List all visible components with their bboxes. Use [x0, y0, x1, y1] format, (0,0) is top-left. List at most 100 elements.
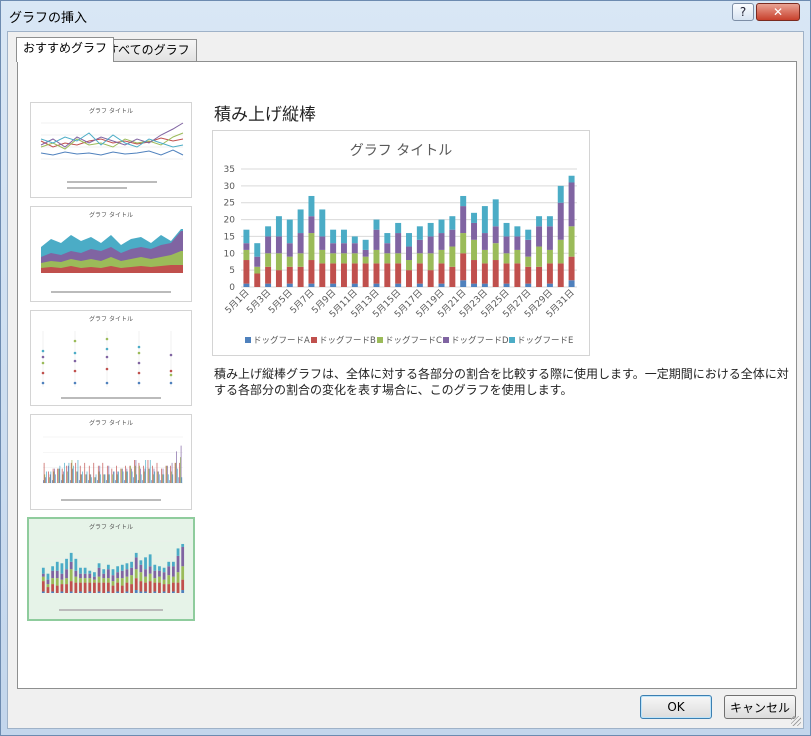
thumb-bar	[148, 581, 152, 593]
thumb-bar	[169, 480, 171, 483]
bar-segment	[297, 209, 304, 234]
bar-segment	[438, 249, 445, 264]
thumb-bar	[135, 460, 137, 483]
thumb-bar	[62, 474, 64, 483]
thumb-bar	[118, 471, 119, 483]
thumb-bar	[181, 579, 185, 591]
legend-label: ドッグフードC	[385, 335, 442, 346]
bar-segment	[286, 243, 293, 257]
thumb-bar	[171, 591, 175, 593]
bar-segment	[319, 209, 326, 237]
bar-segment	[265, 283, 272, 287]
thumb-bar	[60, 573, 64, 580]
legend-label: ドッグフードA	[253, 335, 310, 346]
thumb-bar	[102, 462, 104, 483]
bar-segment	[406, 260, 412, 271]
bar-segment	[557, 185, 564, 203]
help-button[interactable]: ?	[732, 3, 754, 21]
thumb-bar	[93, 582, 96, 593]
bar-segment	[503, 222, 510, 237]
thumb-bar	[58, 468, 60, 483]
thumb-bar	[111, 585, 115, 593]
thumb-bar	[97, 563, 101, 568]
thumb-bar	[120, 578, 124, 586]
tab-panel: グラフ タイトル グラフ タイトル グラフ タイトル グラフ タイトル グラフ …	[17, 61, 797, 689]
thumb-bar	[51, 570, 55, 579]
tab-all-charts[interactable]: すべてのグラフ	[100, 39, 197, 61]
thumb-bar	[88, 578, 92, 583]
thumb-bar	[162, 572, 166, 580]
thumb-bar	[69, 581, 73, 592]
bar-segment	[568, 175, 575, 183]
thumb-bar	[170, 465, 171, 483]
thumb-bar	[43, 462, 45, 483]
thumb-bar	[148, 566, 152, 574]
thumb-bar	[79, 582, 82, 592]
thumb-bar	[139, 465, 141, 483]
thumb-bar	[59, 465, 61, 483]
tab-recommended[interactable]: おすすめグラフ	[16, 37, 115, 62]
y-tick-label: 20	[224, 216, 236, 226]
thumb-bar	[170, 471, 172, 483]
thumb-area-chart[interactable]: グラフ タイトル	[30, 206, 192, 302]
bar-segment	[557, 239, 564, 264]
thumb-bar	[44, 474, 46, 483]
thumb-bar	[69, 561, 73, 570]
cancel-button[interactable]: キャンセル	[724, 695, 796, 719]
bar-segment	[546, 263, 553, 284]
bar-segment	[449, 229, 456, 247]
bar-segment	[481, 283, 488, 287]
bar-segment	[536, 246, 543, 267]
thumb-bar	[172, 474, 174, 483]
thumb-bar	[148, 573, 152, 582]
thumb-bar	[102, 578, 106, 583]
thumb-bar	[166, 465, 168, 483]
thumb-stacked-column-chart[interactable]: グラフ タイトル	[27, 517, 195, 621]
thumb-bar	[124, 480, 125, 483]
thumb-bar	[134, 552, 138, 558]
thumb-bar	[41, 576, 45, 582]
thumb-bar	[67, 471, 68, 483]
thumb-bar	[161, 468, 162, 483]
thumb-bar	[109, 474, 110, 483]
thumb-bar	[106, 578, 110, 583]
thumb-bar	[134, 460, 135, 483]
thumb-bar	[158, 576, 161, 583]
thumb-bar	[125, 569, 129, 577]
thumb-bar	[60, 563, 64, 574]
bar-segment	[265, 236, 272, 254]
bar-segment	[525, 229, 532, 240]
thumb-scatter-chart[interactable]: グラフ タイトル	[30, 310, 192, 406]
thumb-bar	[51, 566, 55, 571]
thumb-bar	[139, 581, 143, 592]
thumb-bar	[134, 465, 136, 483]
thumb-clustered-column-chart[interactable]: グラフ タイトル	[30, 414, 192, 510]
thumb-bar	[88, 465, 90, 483]
bar-segment	[275, 236, 282, 254]
thumb-bar	[149, 460, 151, 483]
bar-segment	[395, 233, 402, 254]
thumb-bar	[144, 582, 147, 592]
thumb-bar	[43, 480, 44, 483]
thumb-bar	[41, 573, 45, 577]
thumb-bar	[88, 570, 92, 574]
thumb-bar	[66, 465, 68, 483]
ok-button[interactable]: OK	[640, 695, 712, 719]
thumb-bar	[130, 584, 133, 593]
thumb-bar	[104, 474, 106, 483]
bar-segment	[351, 283, 358, 287]
bar-segment	[406, 246, 412, 261]
close-button[interactable]: ✕	[756, 3, 800, 21]
title-bar[interactable]: グラフの挿入 ? ✕	[1, 1, 810, 29]
thumb-bar	[93, 576, 96, 580]
thumb-bar	[136, 474, 138, 483]
bar-segment	[568, 226, 575, 257]
thumb-bar	[142, 480, 144, 483]
bar-segment	[362, 249, 369, 257]
resize-grip[interactable]	[791, 716, 801, 726]
bar-segment	[460, 195, 467, 207]
thumb-bar	[88, 591, 92, 593]
thumb-line-chart[interactable]: グラフ タイトル	[30, 102, 192, 198]
thumb-bar	[134, 590, 138, 593]
thumb-bar	[139, 564, 143, 573]
